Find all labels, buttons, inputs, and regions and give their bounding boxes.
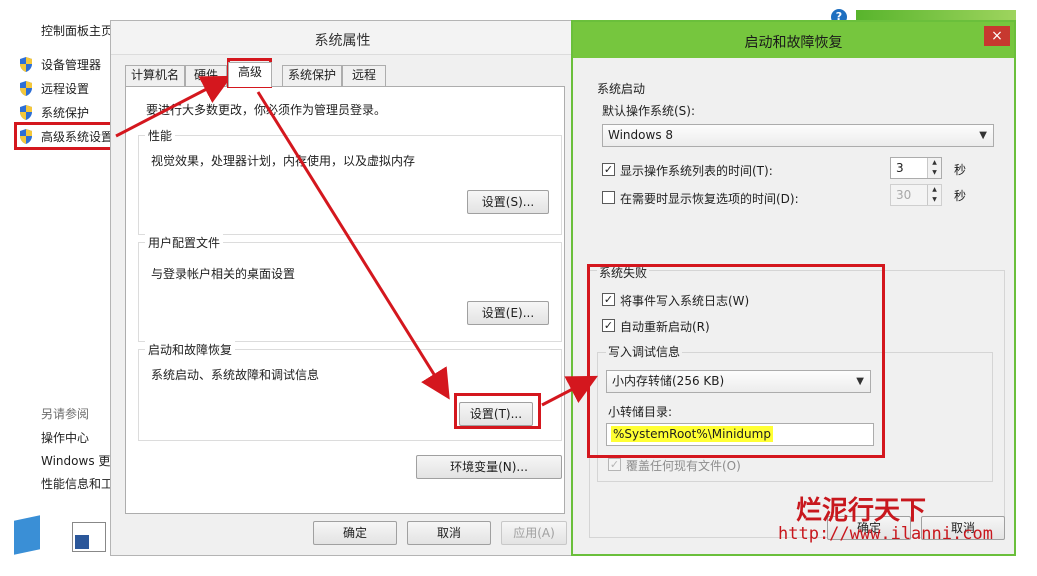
arrow-to-startup-button [256,91,450,400]
arrow-to-system-failure [541,375,598,407]
watermark-url: http://www.ilanni.com [778,524,993,544]
arrow-to-advanced-tab [115,75,232,138]
watermark-logo: 烂泥行天下 [796,496,927,526]
tab-advanced[interactable]: 高级 [228,62,272,87]
